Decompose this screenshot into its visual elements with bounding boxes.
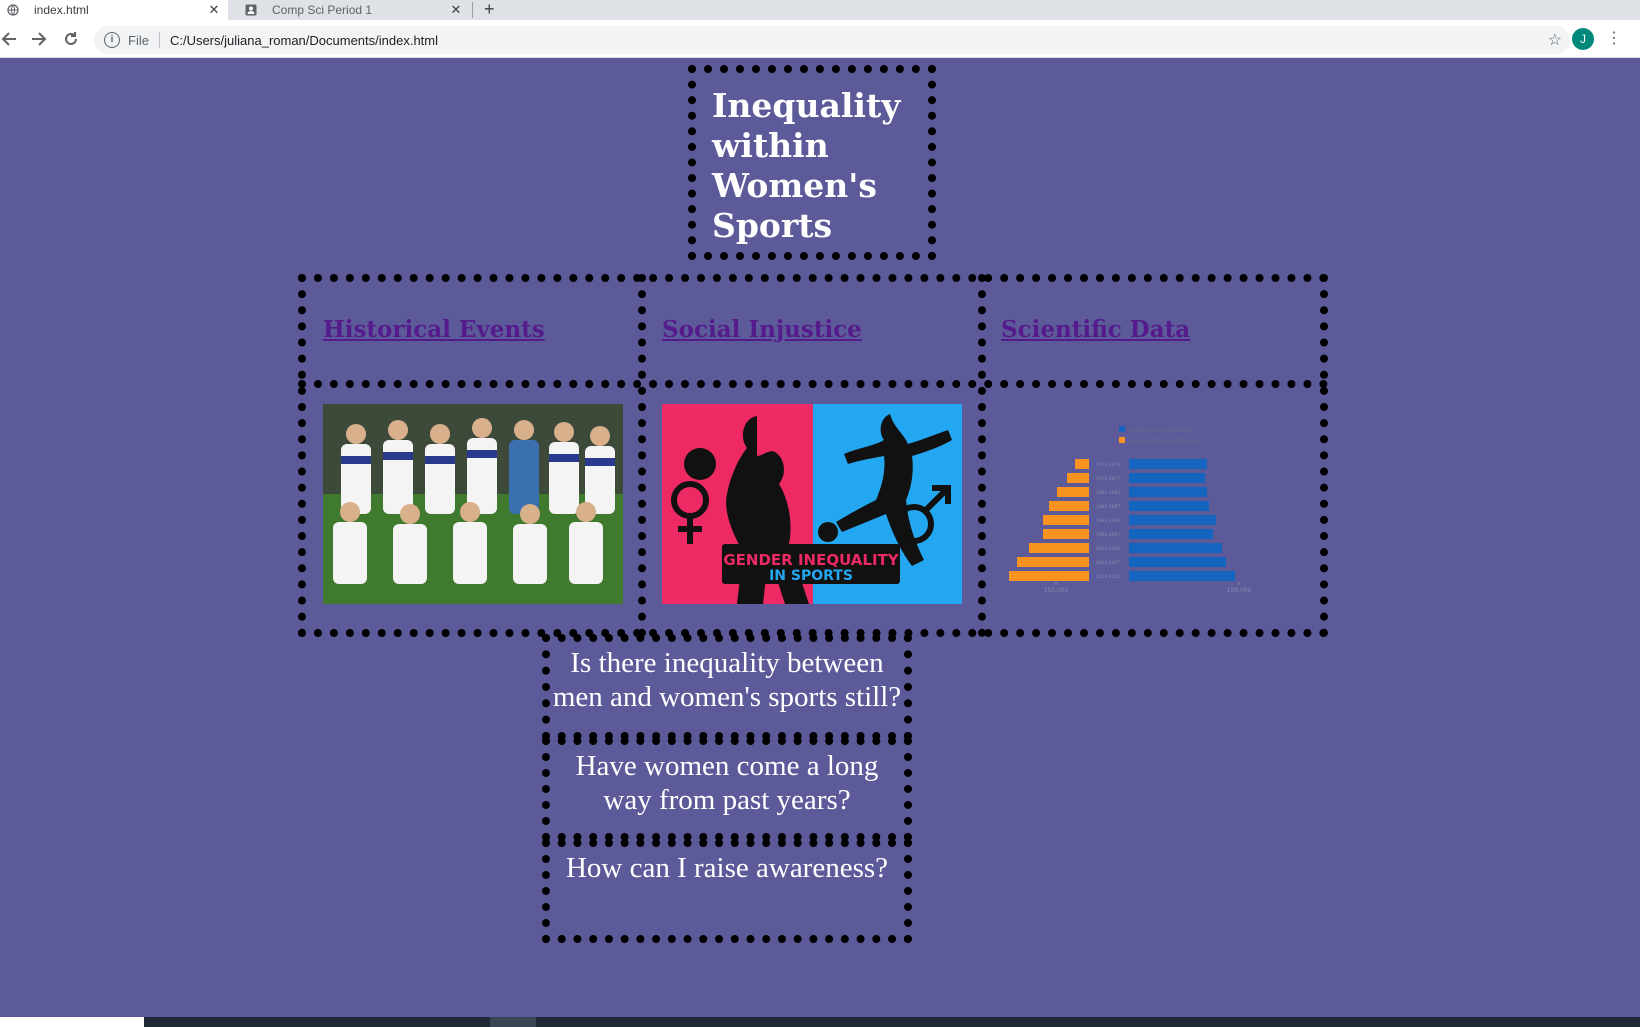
more-menu-icon[interactable]: ⋮ (1606, 28, 1622, 50)
question-3: How can I raise awareness? (565, 852, 889, 884)
link-historical-events[interactable]: Historical Events (323, 316, 545, 343)
link-social-injustice[interactable]: Social Injustice (662, 316, 862, 343)
gender-inequality-poster: GENDER INEQUALITY IN SPORTS (662, 404, 962, 604)
athletes-pyramid-chart: College male athletes College female ath… (1001, 404, 1301, 604)
row-label: 1996-1997 (1096, 532, 1121, 538)
row-label: 1971-1972 (1096, 462, 1121, 468)
bar-male (1129, 487, 1207, 497)
bar-male (1129, 459, 1207, 469)
address-bar[interactable]: i File C:/Users/juliana_roman/Documents/… (94, 26, 1570, 54)
address-scheme: File (128, 32, 149, 48)
question-2: Have women come a long way from past yea… (575, 750, 879, 816)
bar-female (1057, 487, 1089, 497)
bar-male (1129, 543, 1222, 553)
bar-male (1129, 571, 1235, 581)
poster-line-1: GENDER INEQUALITY (723, 551, 899, 569)
bar-male (1129, 557, 1226, 567)
tab-label: index.html (34, 3, 89, 17)
bar-female (1067, 473, 1089, 483)
bar-female (1075, 459, 1089, 469)
axis-label-left: 150,000 (1044, 587, 1069, 594)
address-divider (158, 32, 160, 48)
axis-label-right: 150,000 (1227, 587, 1252, 594)
new-tab-button[interactable]: + (484, 0, 495, 20)
tab-index-html[interactable]: index.html ✕ (0, 0, 228, 20)
row-label: 1981-1982 (1096, 490, 1121, 496)
page-title: Inequality within Women's Sports (712, 86, 901, 245)
taskbar (0, 1017, 1640, 1027)
tab-separator (472, 2, 473, 18)
row-label: 2001-2002 (1096, 546, 1121, 552)
bookmark-star-icon[interactable]: ☆ (1548, 30, 1562, 50)
bar-female (1029, 543, 1089, 553)
reload-icon[interactable] (58, 26, 84, 52)
bar-male (1129, 515, 1216, 525)
row-label: 2010-2011 (1096, 574, 1121, 580)
info-icon[interactable]: i (104, 32, 120, 48)
grid-divider (978, 274, 986, 637)
legend-female: College female athletes (1128, 438, 1199, 445)
forward-arrow-icon[interactable] (26, 26, 52, 52)
classroom-icon (244, 3, 258, 17)
tab-label: Comp Sci Period 1 (272, 3, 373, 17)
legend-male: College male athletes (1128, 427, 1193, 434)
bar-female (1017, 557, 1089, 567)
taskbar-chrome-item[interactable] (490, 1017, 536, 1027)
grid-divider (638, 274, 646, 637)
bar-female (1049, 501, 1089, 511)
row-label: 1986-1987 (1096, 504, 1121, 510)
legend-swatch-male (1119, 426, 1125, 432)
bar-female (1043, 515, 1089, 525)
bar-male (1129, 529, 1213, 539)
row-label: 2006-2007 (1096, 560, 1121, 566)
taskbar-search[interactable] (0, 1017, 144, 1027)
close-tab-icon[interactable]: ✕ (206, 2, 222, 18)
team-photo (323, 404, 623, 604)
profile-avatar[interactable]: J (1572, 28, 1594, 50)
legend-swatch-female (1119, 437, 1125, 443)
question-1: Is there inequality between men and wome… (552, 647, 902, 713)
tab-comp-sci-period-1[interactable]: Comp Sci Period 1 ✕ (238, 0, 470, 20)
link-scientific-data[interactable]: Scientific Data (1001, 316, 1190, 343)
back-arrow-icon[interactable] (0, 26, 22, 52)
poster-line-2: IN SPORTS (769, 568, 853, 584)
globe-icon (6, 3, 20, 17)
row-label: 1976-1977 (1096, 476, 1121, 482)
address-url[interactable]: C:/Users/juliana_roman/Documents/index.h… (170, 33, 438, 48)
grid-divider (298, 380, 1328, 388)
bar-male (1129, 473, 1205, 483)
bar-male (1129, 501, 1209, 511)
bar-female (1043, 529, 1089, 539)
bar-female (1009, 571, 1089, 581)
row-label: 1991-1992 (1096, 518, 1121, 524)
close-tab-icon[interactable]: ✕ (448, 2, 464, 18)
